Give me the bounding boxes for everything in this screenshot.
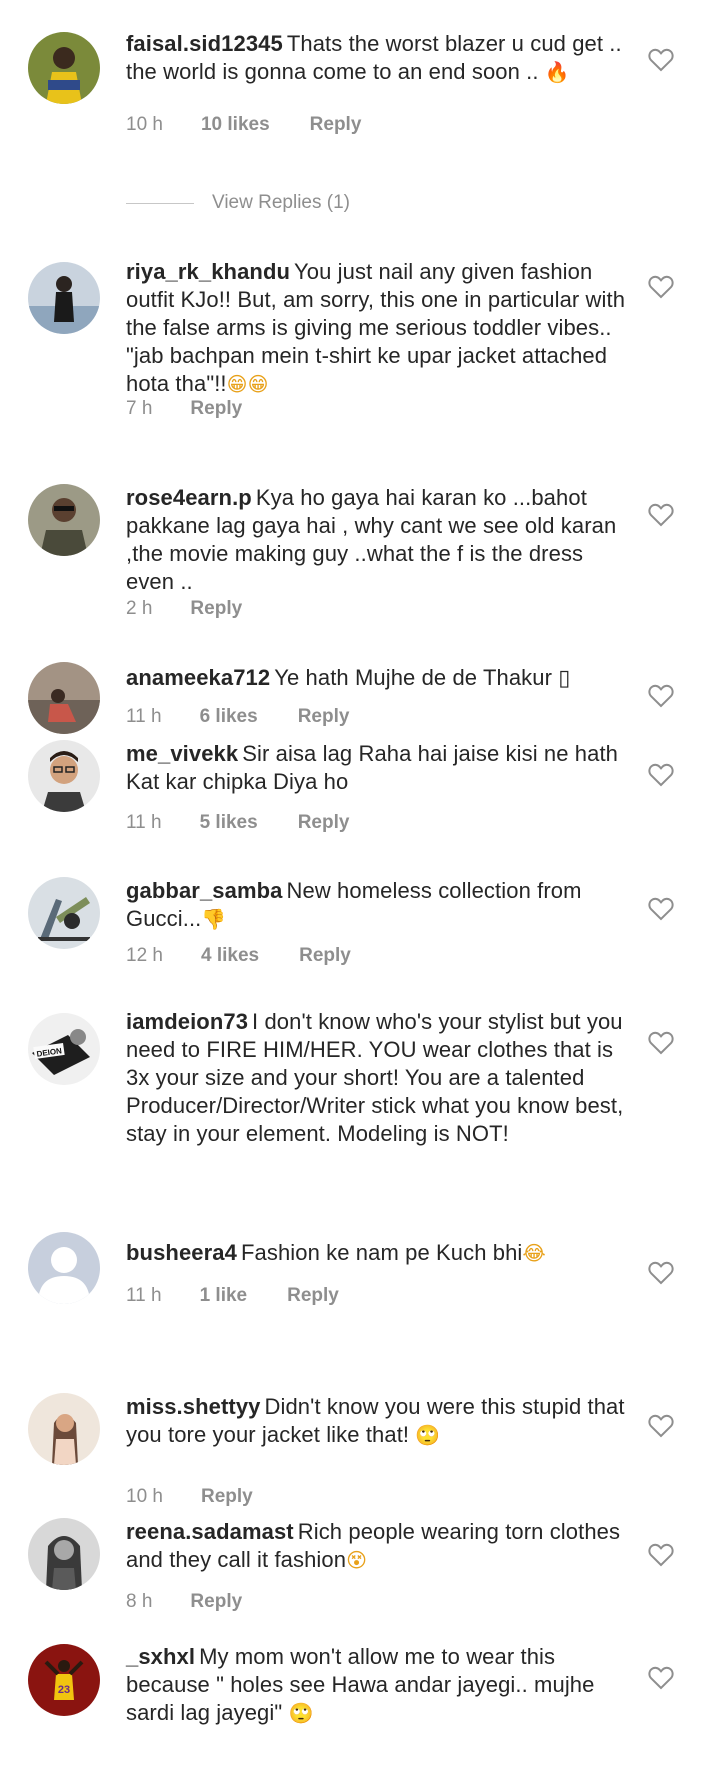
- heart-icon[interactable]: [648, 275, 674, 299]
- comment-likes[interactable]: 6 likes: [200, 705, 258, 729]
- reply-button[interactable]: Reply: [201, 1485, 253, 1509]
- comment-username[interactable]: gabbar_samba: [126, 878, 283, 903]
- heart-icon[interactable]: [648, 1261, 674, 1285]
- comment-text: busheera4 Fashion ke nam pe Kuch bhi😂: [126, 1239, 636, 1267]
- comment-meta: 2 h Reply: [126, 597, 242, 621]
- view-replies-label: View Replies (1): [212, 192, 350, 213]
- comment-likes[interactable]: 10 likes: [201, 113, 270, 137]
- comment-time: 8 h: [126, 1591, 153, 1612]
- reply-button[interactable]: Reply: [190, 597, 242, 621]
- comment-text: rose4earn.p Kya ho gaya hai karan ko ...b…: [126, 484, 636, 596]
- avatar[interactable]: [28, 1393, 100, 1465]
- comment-time: 12 h: [126, 945, 163, 966]
- heart-icon[interactable]: [648, 1031, 674, 1055]
- comment-text: riya_rk_khandu You just nail any given fa…: [126, 258, 636, 398]
- fire-emoji: 🔥: [544, 60, 570, 84]
- reply-button[interactable]: Reply: [190, 397, 242, 421]
- comment-text: reena.sadamast Rich people wearing torn c…: [126, 1518, 636, 1574]
- thumbs-down-emoji: 👎: [201, 907, 227, 931]
- comment-meta: 7 h Reply: [126, 397, 242, 421]
- heart-icon[interactable]: [648, 1666, 674, 1690]
- avatar[interactable]: DEION: [28, 1013, 100, 1085]
- reply-button[interactable]: Reply: [190, 1590, 242, 1614]
- comment-time: 11 h: [126, 706, 162, 727]
- laughing-emoji: 😂: [522, 1241, 546, 1265]
- grinning-emoji: 😁😁: [226, 372, 269, 396]
- comment-username[interactable]: busheera4: [126, 1240, 237, 1265]
- heart-icon[interactable]: [648, 1414, 674, 1438]
- comment-text: miss.shettyy Didn't know you were this st…: [126, 1393, 636, 1449]
- reply-button[interactable]: Reply: [298, 811, 350, 835]
- reply-button[interactable]: Reply: [287, 1284, 339, 1308]
- dizzy-face-emoji: 😵: [346, 1548, 368, 1572]
- comment-time: 2 h: [126, 598, 153, 619]
- comment-username[interactable]: _sxhxl: [126, 1644, 195, 1669]
- avatar[interactable]: [28, 662, 100, 734]
- comment-meta: 10 h 10 likes Reply: [126, 113, 361, 137]
- avatar[interactable]: [28, 32, 100, 104]
- comment-meta: 11 h 6 likes Reply: [126, 705, 349, 729]
- avatar[interactable]: 23: [28, 1644, 100, 1716]
- view-replies-button[interactable]: View Replies (1): [126, 192, 350, 214]
- comment-time: 10 h: [126, 1486, 163, 1507]
- heart-icon[interactable]: [648, 48, 674, 72]
- reply-button[interactable]: Reply: [299, 944, 351, 968]
- comment-text: me_vivekk Sir aisa lag Raha hai jaise kis…: [126, 740, 636, 796]
- comment-text: faisal.sid12345 Thats the worst blazer u …: [126, 30, 636, 86]
- comment-username[interactable]: miss.shettyy: [126, 1394, 261, 1419]
- comment-username[interactable]: faisal.sid12345: [126, 31, 283, 56]
- heart-icon[interactable]: [648, 897, 674, 921]
- comment-username[interactable]: anameeka712: [126, 665, 270, 690]
- comment-body: My mom won't allow me to wear this becau…: [126, 1644, 595, 1725]
- heart-icon[interactable]: [648, 1543, 674, 1567]
- comment-time: 10 h: [126, 114, 163, 135]
- comment-meta: 11 h 1 like Reply: [126, 1284, 339, 1308]
- comment-time: 11 h: [126, 1285, 162, 1306]
- comment-text: _sxhxl My mom won't allow me to wear this…: [126, 1643, 636, 1727]
- comment-meta: 8 h Reply: [126, 1590, 242, 1614]
- reply-button[interactable]: Reply: [310, 113, 362, 137]
- comment-username[interactable]: rose4earn.p: [126, 485, 252, 510]
- comment-body: Ye hath Mujhe de de Thakur: [274, 665, 559, 690]
- divider-line: [126, 202, 194, 204]
- reply-button[interactable]: Reply: [298, 705, 350, 729]
- comment-time: 11 h: [126, 812, 162, 833]
- comment-time: 7 h: [126, 398, 153, 419]
- comment-meta: 11 h 5 likes Reply: [126, 811, 349, 835]
- unknown-glyph: ▯: [558, 665, 571, 690]
- comment-likes[interactable]: 1 like: [200, 1284, 248, 1308]
- avatar[interactable]: [28, 740, 100, 812]
- comment-username[interactable]: iamdeion73: [126, 1009, 248, 1034]
- comment-likes[interactable]: 5 likes: [200, 811, 258, 835]
- comment-username[interactable]: reena.sadamast: [126, 1519, 294, 1544]
- heart-icon[interactable]: [648, 763, 674, 787]
- avatar[interactable]: [28, 1232, 100, 1304]
- comment-username[interactable]: me_vivekk: [126, 741, 238, 766]
- avatar[interactable]: [28, 262, 100, 334]
- avatar[interactable]: [28, 1518, 100, 1590]
- comment-text: anameeka712 Ye hath Mujhe de de Thakur ▯: [126, 664, 636, 692]
- avatar-lettering: 23: [58, 1684, 70, 1696]
- eye-roll-emoji: 🙄: [415, 1423, 441, 1447]
- comment-body: Fashion ke nam pe Kuch bhi: [240, 1240, 523, 1265]
- comment-meta: 10 h Reply: [126, 1485, 253, 1509]
- comment-text: iamdeion73 I don't know who's your stylis…: [126, 1008, 636, 1148]
- avatar[interactable]: [28, 877, 100, 949]
- comment-likes[interactable]: 4 likes: [201, 944, 259, 968]
- heart-icon[interactable]: [648, 684, 674, 708]
- eye-roll-emoji: 🙄: [288, 1701, 314, 1725]
- comment-username[interactable]: riya_rk_khandu: [126, 259, 290, 284]
- heart-icon[interactable]: [648, 503, 674, 527]
- avatar[interactable]: [28, 484, 100, 556]
- comment-meta: 12 h 4 likes Reply: [126, 944, 351, 968]
- comment-text: gabbar_samba New homeless collection from…: [126, 877, 636, 933]
